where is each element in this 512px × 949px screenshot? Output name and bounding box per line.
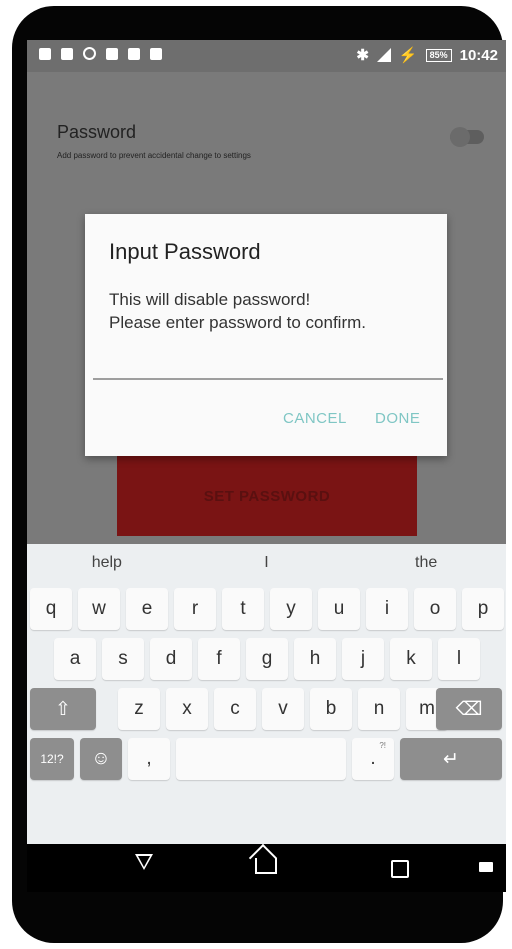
key-e[interactable]: e xyxy=(126,588,168,630)
key-row-4: 12!? ☺ , ?! . ↵ xyxy=(27,738,506,788)
key-y[interactable]: y xyxy=(270,588,312,630)
message-icon xyxy=(128,47,140,60)
enter-icon: ↵ xyxy=(443,748,459,770)
key-u[interactable]: u xyxy=(318,588,360,630)
signal-icon xyxy=(376,48,391,62)
period-key[interactable]: ?! . xyxy=(352,738,394,780)
dialog-message: This will disable password! Please enter… xyxy=(109,290,367,332)
set-password-label: SET PASSWORD xyxy=(203,487,331,505)
dialog-title: Input Password xyxy=(109,239,261,264)
settings-content: Password Add password to prevent acciden… xyxy=(27,72,506,544)
battery-indicator: 85% xyxy=(425,48,452,62)
toggle-knob xyxy=(450,127,470,147)
password-toggle[interactable] xyxy=(450,127,484,147)
key-b[interactable]: b xyxy=(310,688,352,730)
comma-key[interactable]: , xyxy=(128,738,170,780)
key-h[interactable]: h xyxy=(294,638,336,680)
period-hint: ?! xyxy=(379,741,386,750)
status-icons-left xyxy=(39,47,162,60)
key-o[interactable]: o xyxy=(414,588,456,630)
suggestion-strip: help I the xyxy=(27,544,506,582)
password-setting-title: Password xyxy=(57,122,137,142)
back-icon[interactable] xyxy=(135,854,153,870)
suggestion-item[interactable]: I xyxy=(187,544,347,582)
emoji-key[interactable]: ☺ xyxy=(80,738,122,780)
password-input[interactable] xyxy=(93,378,443,380)
key-w[interactable]: w xyxy=(78,588,120,630)
status-icons-right: ✱ ⚡ 85% 10:42 xyxy=(356,46,498,65)
key-n[interactable]: n xyxy=(358,688,400,730)
backspace-icon: ⌫ xyxy=(455,698,483,720)
key-row-3: ⇧ z x c v b n m ⌫ xyxy=(27,688,506,738)
suggestion-item[interactable]: help xyxy=(27,544,187,582)
emoji-icon: ☺ xyxy=(91,748,111,769)
done-button[interactable]: DONE xyxy=(375,410,420,427)
key-d[interactable]: d xyxy=(150,638,192,680)
home-icon[interactable] xyxy=(255,858,277,874)
download-icon xyxy=(150,47,162,60)
charging-icon: ⚡ xyxy=(398,47,418,64)
key-v[interactable]: v xyxy=(262,688,304,730)
key-p[interactable]: p xyxy=(462,588,504,630)
key-row-1: q w e r t y u i o p xyxy=(27,588,506,638)
key-r[interactable]: r xyxy=(174,588,216,630)
key-row-2: a s d f g h j k l xyxy=(27,638,506,688)
key-i[interactable]: i xyxy=(366,588,408,630)
voicemail-icon xyxy=(106,47,118,60)
password-setting-description: Add password to prevent accidental chang… xyxy=(57,151,251,160)
keyboard-switch-icon[interactable] xyxy=(479,862,493,872)
suggestion-item[interactable]: the xyxy=(346,544,506,582)
keyboard: help I the q w e r t y u i o p a s d f g… xyxy=(27,544,506,844)
key-x[interactable]: x xyxy=(166,688,208,730)
key-g[interactable]: g xyxy=(246,638,288,680)
cancel-button[interactable]: CANCEL xyxy=(283,410,347,427)
spacebar[interactable] xyxy=(176,738,346,780)
key-z[interactable]: z xyxy=(118,688,160,730)
status-bar: ✱ ⚡ 85% 10:42 xyxy=(27,40,506,72)
navigation-bar xyxy=(27,844,506,892)
key-q[interactable]: q xyxy=(30,588,72,630)
key-a[interactable]: a xyxy=(54,638,96,680)
bluetooth-icon: ✱ xyxy=(356,47,369,64)
screen: ✱ ⚡ 85% 10:42 Password Add password to p… xyxy=(27,40,506,892)
key-s[interactable]: s xyxy=(102,638,144,680)
key-l[interactable]: l xyxy=(438,638,480,680)
usb-icon xyxy=(39,47,51,60)
alarm-icon xyxy=(83,47,96,60)
recents-icon[interactable] xyxy=(391,860,409,878)
key-f[interactable]: f xyxy=(198,638,240,680)
symbols-key[interactable]: 12!? xyxy=(30,738,74,780)
key-j[interactable]: j xyxy=(342,638,384,680)
enter-key[interactable]: ↵ xyxy=(400,738,502,780)
shift-key[interactable]: ⇧ xyxy=(30,688,96,730)
screenshot-icon xyxy=(61,47,73,60)
shift-icon: ⇧ xyxy=(55,698,71,720)
key-k[interactable]: k xyxy=(390,638,432,680)
key-t[interactable]: t xyxy=(222,588,264,630)
backspace-key[interactable]: ⌫ xyxy=(436,688,502,730)
clock: 10:42 xyxy=(459,46,498,64)
set-password-button[interactable]: SET PASSWORD xyxy=(117,456,417,536)
key-c[interactable]: c xyxy=(214,688,256,730)
period-label: . xyxy=(370,748,376,769)
input-password-dialog: Input Password This will disable passwor… xyxy=(85,214,447,456)
